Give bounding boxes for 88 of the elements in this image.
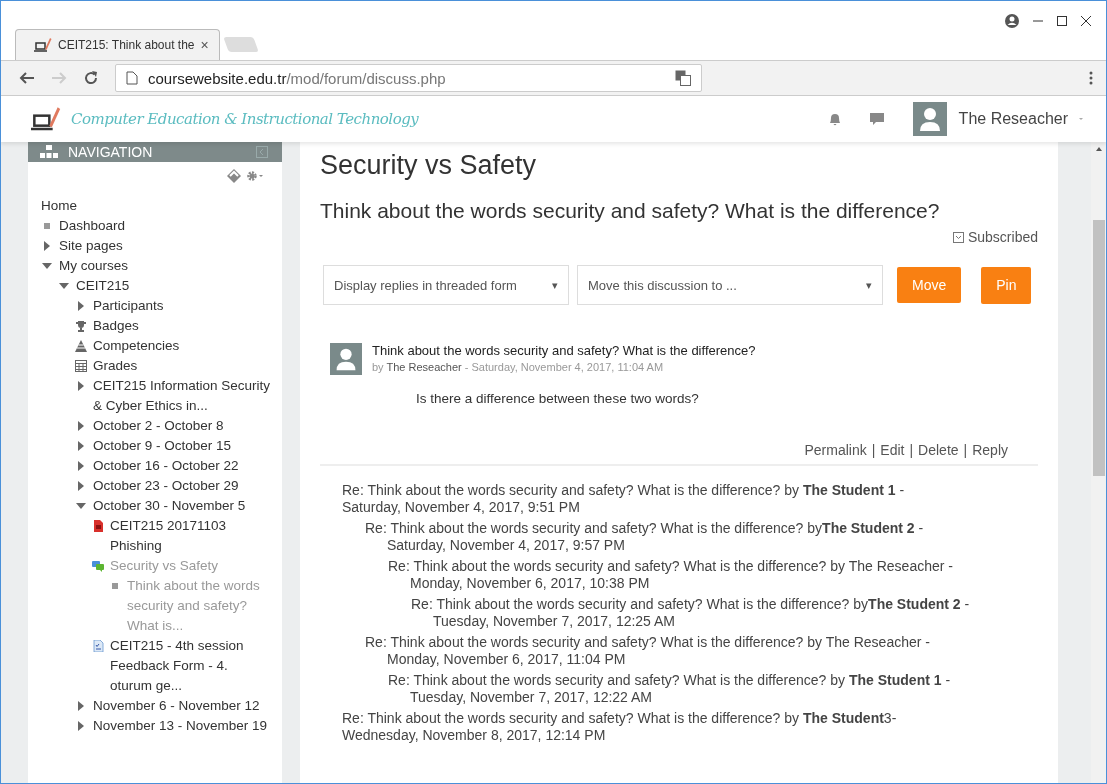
scrollbar-thumb[interactable]: [1092, 220, 1105, 476]
post-body: Is there a difference between these two words?: [416, 391, 700, 406]
subscription-toggle[interactable]: Subscribed: [952, 229, 1038, 245]
back-icon[interactable]: [19, 70, 35, 86]
select-value: Display replies in threaded form: [334, 277, 517, 293]
maximize-icon[interactable]: [1056, 15, 1068, 27]
move-discussion-select[interactable]: Move this discussion to ... ▾: [577, 265, 883, 305]
block-title: NAVIGATION: [68, 144, 153, 160]
select-value: Move this discussion to ...: [588, 277, 737, 293]
scroll-up-icon[interactable]: [1094, 146, 1103, 152]
menu-icon[interactable]: [1088, 70, 1094, 86]
reload-icon[interactable]: [83, 70, 99, 86]
nav-item[interactable]: CEIT215 Information Security & Cyber Ethics in...: [93, 376, 272, 416]
table-icon: [75, 360, 87, 372]
sitemap-icon: [40, 145, 58, 159]
avatar-icon: [330, 343, 362, 375]
nav-item[interactable]: Site pages: [59, 236, 123, 256]
author-link[interactable]: The Reseacher: [386, 361, 462, 373]
by-label: by: [372, 361, 384, 373]
address-bar[interactable]: coursewebsite.edu.tr/mod/forum/discuss.php: [115, 64, 702, 92]
translate-icon[interactable]: [675, 70, 691, 86]
caret-icon: ▾: [866, 278, 872, 292]
command-link[interactable]: Reply: [972, 442, 1008, 458]
nav-item[interactable]: October 23 - October 29: [93, 476, 239, 496]
page-icon: [126, 71, 138, 85]
pyramid-icon: [75, 340, 87, 352]
nav-item[interactable]: November 6 - November 12: [93, 696, 260, 716]
bullet-icon: [109, 580, 121, 592]
account-icon[interactable]: [1004, 13, 1020, 29]
nav-item[interactable]: Home: [41, 196, 77, 216]
separator: |: [871, 442, 876, 458]
reply-date: Tuesday, November 7, 2017, 12:22 AM: [409, 689, 654, 706]
post-date: - Saturday, November 4, 2017, 11:04 AM: [464, 361, 664, 373]
chat-icon[interactable]: [868, 111, 885, 127]
avatar-icon[interactable]: [912, 102, 947, 136]
laptop-pencil-icon: [31, 105, 61, 133]
move-icon[interactable]: [226, 168, 242, 184]
reply-link[interactable]: Re: Think about the words security and safety? What is the difference? byThe Student 2 -: [411, 596, 1038, 613]
reply-link[interactable]: Re: Think about the words security and safety? What is the difference? by The Student 1 -: [342, 482, 1038, 499]
reply-link[interactable]: Re: Think about the words security and safety? What is the difference? by The Reseacher -: [365, 634, 1038, 651]
chat-bubbles-icon: [92, 560, 104, 572]
nav-item[interactable]: October 2 - October 8: [93, 416, 224, 436]
nav-item[interactable]: CEIT215 20171103 Phishing: [110, 516, 272, 556]
nav-item[interactable]: CEIT215 - 4th session Feedback Form - 4. oturum ge...: [110, 636, 272, 696]
envelope-icon: [952, 231, 964, 243]
reply-link[interactable]: Re: Think about the words security and safety? What is the difference? by The Reseacher -: [388, 558, 1038, 575]
reply-link[interactable]: Re: Think about the words security and safety? What is the difference? by The Student 1 -: [388, 672, 1038, 689]
reply-date: Monday, November 6, 2017, 11:04 PM: [386, 651, 627, 668]
nav-item[interactable]: October 16 - October 22: [93, 456, 239, 476]
discussion-title: Think about the words security and safety? What is the difference?: [320, 199, 941, 223]
nav-item[interactable]: CEIT215: [76, 276, 130, 296]
nav-item[interactable]: November 13 - November 19: [93, 716, 268, 736]
separator: |: [963, 442, 968, 458]
bullet-icon: [41, 220, 53, 232]
laptop-pencil-icon: [34, 37, 52, 53]
settings-icon[interactable]: [246, 170, 264, 182]
command-link[interactable]: Edit: [880, 442, 905, 458]
command-link[interactable]: Delete: [918, 442, 959, 458]
nav-item[interactable]: Competencies: [93, 336, 180, 356]
tab-title: CEIT215: Think about the: [58, 38, 195, 52]
form-icon: [92, 640, 104, 652]
caret-icon: ▾: [552, 278, 558, 292]
close-icon[interactable]: [1080, 15, 1092, 27]
display-mode-select[interactable]: Display replies in threaded form ▾: [323, 265, 569, 305]
subscription-label: Subscribed: [967, 229, 1038, 245]
nav-item[interactable]: Dashboard: [59, 216, 126, 236]
reply-date: Saturday, November 4, 2017, 9:51 PM: [342, 499, 581, 516]
nav-item[interactable]: Participants: [93, 296, 164, 316]
reply-date: Saturday, November 4, 2017, 9:57 PM: [386, 537, 626, 554]
post-subject: Think about the words security and safety? What is the difference?: [372, 343, 756, 358]
nav-item[interactable]: Badges: [93, 316, 139, 336]
document-icon: [92, 520, 104, 532]
trophy-icon: [75, 320, 87, 332]
browser-tab[interactable]: CEIT215: Think about the ×: [15, 29, 220, 60]
reply-date: Tuesday, November 7, 2017, 12:25 AM: [432, 613, 677, 630]
nav-item[interactable]: October 30 - November 5: [93, 496, 246, 516]
reply-date: Monday, November 6, 2017, 10:38 PM: [409, 575, 651, 592]
page-title: Security vs Safety: [320, 150, 538, 181]
tab-close-button[interactable]: ×: [200, 37, 209, 53]
nav-item[interactable]: October 9 - October 15: [93, 436, 232, 456]
reply-link[interactable]: Re: Think about the words security and safety? What is the difference? byThe Student 2 -: [365, 520, 1038, 537]
nav-item[interactable]: My courses: [59, 256, 129, 276]
user-menu[interactable]: The Reseacher: [958, 110, 1068, 128]
separator: |: [909, 442, 914, 458]
reply-date: Wednesday, November 8, 2017, 12:14 PM: [342, 727, 607, 744]
reply-link[interactable]: Re: Think about the words security and safety? What is the difference? by The Student3-: [342, 710, 1038, 727]
command-link[interactable]: Permalink: [804, 442, 867, 458]
nav-item[interactable]: Grades: [93, 356, 138, 376]
